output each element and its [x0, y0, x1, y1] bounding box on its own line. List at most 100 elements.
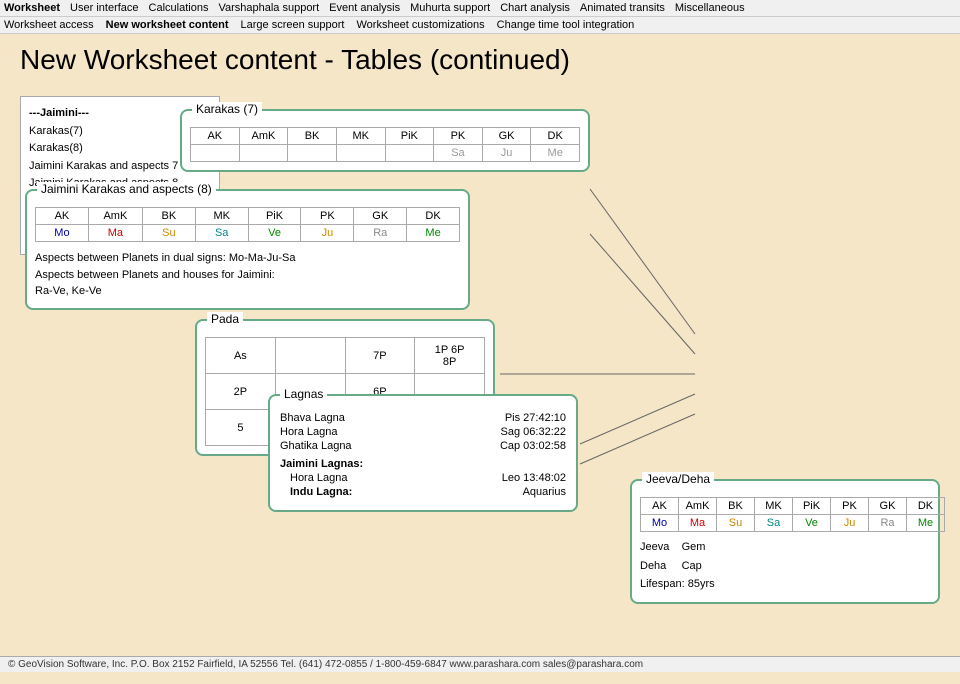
- lagnas-bhava-value: Pis 27:42:10: [505, 412, 566, 424]
- jaimini-val-bk: Su: [142, 225, 195, 242]
- karakas-val-pik: [385, 145, 434, 162]
- jeeva-hdr-pik: PiK: [793, 497, 831, 514]
- jaimini-val-mk: Sa: [195, 225, 248, 242]
- pada-panel-title: Pada: [207, 312, 243, 326]
- aspects-line3: Ra-Ve, Ke-Ve: [35, 283, 460, 300]
- jaimini-lagnas-title: Jaimini Lagnas:: [280, 458, 566, 470]
- jeeva-val-gk: Ra: [869, 514, 907, 531]
- jaimini-table: AK AmK BK MK PiK PK GK DK Mo Ma Su Sa Ve…: [35, 207, 460, 242]
- jaimini-hdr-pk: PK: [301, 208, 354, 225]
- karakas-val-dk: Me: [531, 145, 580, 162]
- pada-as: As: [206, 338, 276, 374]
- submenu-worksheet-access[interactable]: Worksheet access: [4, 19, 94, 31]
- jeeva-hdr-gk: GK: [869, 497, 907, 514]
- submenu-customizations[interactable]: Worksheet customizations: [356, 19, 484, 31]
- jaimini-hdr-dk: DK: [407, 208, 460, 225]
- submenu-new-worksheet[interactable]: New worksheet content: [106, 19, 229, 31]
- pada-7p: 7P: [345, 338, 415, 374]
- jaimini-val-gk: Ra: [354, 225, 407, 242]
- lagnas-ghatika: Ghatika Lagna Cap 03:02:58: [280, 440, 566, 452]
- jeeva-val-pik: Ve: [793, 514, 831, 531]
- jeeva-info: Jeeva Gem Deha Cap Lifespan: 85yrs: [640, 538, 930, 594]
- karakas-val-mk: [336, 145, 385, 162]
- karakas-header-bk: BK: [288, 128, 337, 145]
- jaimini-panel-title: Jaimini Karakas and aspects (8): [37, 182, 216, 196]
- jaimini-val-pk: Ju: [301, 225, 354, 242]
- jeeva-val-amk: Ma: [679, 514, 717, 531]
- karakas-val-pk: Sa: [434, 145, 483, 162]
- menu-user-interface[interactable]: User interface: [70, 2, 138, 14]
- jaimini-hdr-mk: MK: [195, 208, 248, 225]
- pada-5: 5: [206, 410, 276, 446]
- jaimini-hdr-gk: GK: [354, 208, 407, 225]
- jeeva-hdr-ak: AK: [641, 497, 679, 514]
- jeeva-header-row: AK AmK BK MK PiK PK GK DK: [641, 497, 945, 514]
- jeeva-val-mk: Sa: [755, 514, 793, 531]
- deha-label: Deha: [640, 560, 682, 572]
- jeeva-label: Jeeva: [640, 541, 682, 553]
- pada-r1c2: [275, 338, 345, 374]
- main-content: New Worksheet content - Tables (continue…: [0, 34, 960, 654]
- menu-event-analysis[interactable]: Event analysis: [329, 2, 400, 14]
- karakas-header-gk: GK: [482, 128, 531, 145]
- karakas-table: AK AmK BK MK PiK PK GK DK Sa Ju Me: [190, 127, 580, 162]
- footer-text: © GeoVision Software, Inc. P.O. Box 2152…: [8, 659, 643, 670]
- jaimini-hdr-pik: PiK: [248, 208, 301, 225]
- jeeva-hdr-bk: BK: [717, 497, 755, 514]
- jeeva-values-row: Mo Ma Su Sa Ve Ju Ra Me: [641, 514, 945, 531]
- jeeva-panel: Jeeva/Deha AK AmK BK MK PiK PK GK DK Mo …: [630, 479, 940, 604]
- jeeva-val-pk: Ju: [831, 514, 869, 531]
- menu-muhurta[interactable]: Muhurta support: [410, 2, 490, 14]
- karakas-header-pik: PiK: [385, 128, 434, 145]
- jaimini-hora-label: Hora Lagna: [290, 472, 348, 484]
- jeeva-val-dk: Me: [907, 514, 945, 531]
- karakas-header-ak: AK: [191, 128, 240, 145]
- karakas-values-row: Sa Ju Me: [191, 145, 580, 162]
- jaimini-val-amk: Ma: [88, 225, 142, 242]
- lagnas-ghatika-value: Cap 03:02:58: [500, 440, 566, 452]
- lagnas-hora-value: Sag 06:32:22: [501, 426, 566, 438]
- jaimini-hdr-amk: AmK: [88, 208, 142, 225]
- jaimini-panel: Jaimini Karakas and aspects (8) AK AmK B…: [25, 189, 470, 310]
- submenu-change-time[interactable]: Change time tool integration: [497, 19, 635, 31]
- menu-chart-analysis[interactable]: Chart analysis: [500, 2, 570, 14]
- jaimini-val-dk: Me: [407, 225, 460, 242]
- lagnas-bhava: Bhava Lagna Pis 27:42:10: [280, 412, 566, 424]
- lagnas-hora-label: Hora Lagna: [280, 426, 338, 438]
- jeeva-hdr-mk: MK: [755, 497, 793, 514]
- jaimini-hora-lagna: Hora Lagna Leo 13:48:02: [290, 472, 566, 484]
- menu-misc[interactable]: Miscellaneous: [675, 2, 745, 14]
- karakas-panel: Karakas (7) AK AmK BK MK PiK PK GK DK Sa…: [180, 109, 590, 172]
- aspects-line1: Aspects between Planets in dual signs: M…: [35, 250, 460, 267]
- jeeva-hdr-dk: DK: [907, 497, 945, 514]
- jaimini-hora-value: Leo 13:48:02: [502, 472, 566, 484]
- jaimini-hdr-ak: AK: [36, 208, 89, 225]
- menu-animated[interactable]: Animated transits: [580, 2, 665, 14]
- karakas-header-amk: AmK: [239, 128, 288, 145]
- jaimini-values-row: Mo Ma Su Sa Ve Ju Ra Me: [36, 225, 460, 242]
- footer: © GeoVision Software, Inc. P.O. Box 2152…: [0, 656, 960, 672]
- menu-worksheet[interactable]: Worksheet: [4, 2, 60, 14]
- lifespan-label: Lifespan:: [640, 578, 688, 590]
- menu-varshaphala[interactable]: Varshaphala support: [218, 2, 319, 14]
- jeeva-val-bk: Su: [717, 514, 755, 531]
- jaimini-header-row: AK AmK BK MK PiK PK GK DK: [36, 208, 460, 225]
- lifespan-row: Lifespan: 85yrs: [640, 575, 930, 594]
- menu-calculations[interactable]: Calculations: [149, 2, 209, 14]
- jeeva-panel-title: Jeeva/Deha: [642, 472, 714, 486]
- jaimini-hdr-bk: BK: [142, 208, 195, 225]
- karakas-header-row: AK AmK BK MK PiK PK GK DK: [191, 128, 580, 145]
- indu-lagna-label: Indu Lagna:: [290, 486, 352, 498]
- jeeva-table: AK AmK BK MK PiK PK GK DK Mo Ma Su Sa Ve…: [640, 497, 945, 532]
- aspects-line2: Aspects between Planets and houses for J…: [35, 267, 460, 284]
- deha-value: Cap: [682, 560, 702, 572]
- indu-lagna: Indu Lagna: Aquarius: [290, 486, 566, 498]
- jaimini-val-ak: Mo: [36, 225, 89, 242]
- pada-2p: 2P: [206, 374, 276, 410]
- sub-menu-bar: Worksheet access New worksheet content L…: [0, 17, 960, 34]
- karakas-val-bk: [288, 145, 337, 162]
- karakas-val-ak: [191, 145, 240, 162]
- page-title: New Worksheet content - Tables (continue…: [20, 44, 940, 76]
- lifespan-value: 85yrs: [688, 578, 715, 590]
- submenu-large-screen[interactable]: Large screen support: [241, 19, 345, 31]
